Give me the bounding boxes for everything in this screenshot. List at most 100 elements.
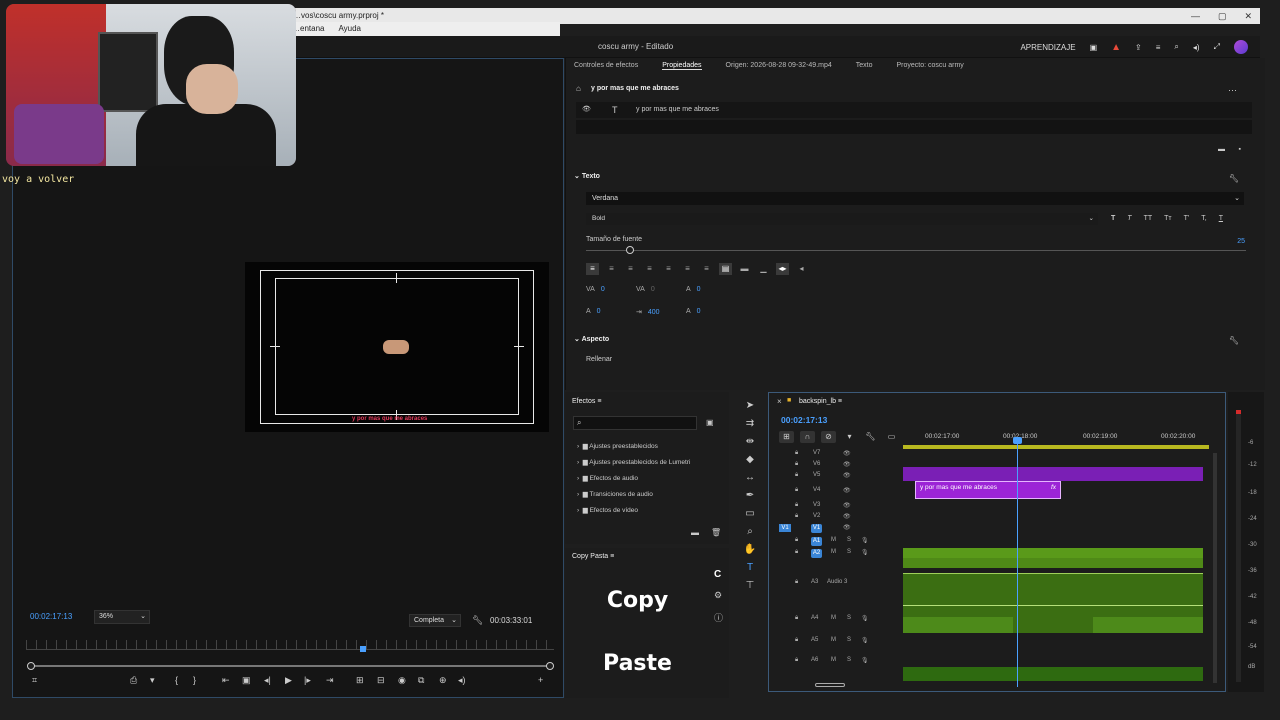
- crop-icon[interactable]: ⌗: [32, 675, 37, 686]
- mark-in-icon[interactable]: {: [175, 675, 178, 685]
- bold-button[interactable]: T: [1111, 215, 1115, 222]
- sequence-name[interactable]: backspin_lb ≡: [799, 398, 842, 405]
- new-bin-icon[interactable]: ▬: [691, 528, 699, 537]
- eye-icon[interactable]: 👁︎: [843, 487, 851, 494]
- mic-icon[interactable]: 🎙︎: [861, 637, 869, 644]
- nest-icon[interactable]: ⊞: [779, 431, 794, 443]
- timeline-hscrollbar[interactable]: [815, 683, 845, 687]
- effects-item[interactable]: › ▆ Ajustes preestablecidos: [577, 442, 690, 458]
- add-button-icon[interactable]: +: [538, 675, 543, 685]
- justify-left-button[interactable]: ≡: [643, 263, 656, 275]
- timeline-vscrollbar[interactable]: [1213, 453, 1217, 683]
- vertical-type-icon[interactable]: ⊤: [746, 580, 755, 591]
- mute-button[interactable]: M: [831, 657, 836, 663]
- superscript-button[interactable]: T': [1184, 215, 1190, 222]
- timeline-timecode[interactable]: 00:02:17:13: [781, 415, 827, 425]
- source-patch-v1[interactable]: V1: [779, 524, 791, 532]
- solo-button[interactable]: S: [847, 549, 851, 555]
- camera-icon[interactable]: ◉: [398, 675, 406, 686]
- font-style-select[interactable]: Bold ⌄: [586, 213, 1098, 225]
- type-tool-icon[interactable]: T: [747, 562, 753, 573]
- lock-icon[interactable]: 🔒︎: [795, 472, 798, 479]
- effects-item[interactable]: › ▆ Ajustes preestablecidos de Lumetri: [577, 458, 690, 474]
- panel-menu-icon[interactable]: ≡: [597, 398, 601, 405]
- justify-all-button[interactable]: ≡: [700, 263, 713, 275]
- info-icon[interactable]: ⓘ: [714, 611, 723, 624]
- linked-select-icon[interactable]: ⊘: [821, 431, 836, 443]
- razor-tool-icon[interactable]: ◆: [746, 454, 754, 465]
- ltr-button[interactable]: ◂▸: [776, 263, 789, 275]
- lock-icon[interactable]: 🔒︎: [795, 579, 798, 586]
- solo-button[interactable]: S: [847, 615, 851, 621]
- mute-button[interactable]: M: [831, 615, 836, 621]
- lock-icon[interactable]: 🔒︎: [795, 615, 798, 622]
- effects-item[interactable]: › ▆ Transiciones de audio: [577, 490, 690, 506]
- kerning-field[interactable]: VA 0: [586, 286, 605, 293]
- pen-tool-icon[interactable]: ✒: [746, 490, 754, 501]
- align-left-button[interactable]: ≡: [586, 263, 599, 275]
- meter-clip-indicator[interactable]: [1236, 410, 1241, 414]
- program-title-text[interactable]: y por mas que me abraces: [352, 416, 427, 422]
- step-forward-icon[interactable]: |▸: [304, 675, 311, 686]
- go-to-in-icon[interactable]: ⇤: [222, 675, 230, 686]
- solo-button[interactable]: S: [847, 537, 851, 543]
- play-icon[interactable]: ▶: [285, 675, 292, 686]
- audio-icon[interactable]: ◂): [458, 675, 466, 686]
- program-timecode[interactable]: 00:02:17:13: [30, 612, 72, 621]
- font-size-slider-knob[interactable]: [626, 246, 634, 254]
- wrench-icon[interactable]: 🔧︎: [863, 431, 878, 443]
- quality-select[interactable]: Completa ⌄: [409, 614, 461, 627]
- effects-item[interactable]: › ▆ Efectos de audio: [577, 474, 690, 490]
- fullscreen-icon[interactable]: ⤢: [1214, 42, 1220, 52]
- selection-tool-icon[interactable]: ➤: [746, 400, 754, 411]
- captions-icon[interactable]: ▭: [884, 431, 899, 443]
- baseline-field[interactable]: A0: [586, 308, 601, 315]
- safe-margins-icon[interactable]: ▣: [242, 675, 251, 686]
- minimize-icon[interactable]: —: [1191, 8, 1200, 24]
- marker-icon[interactable]: ▾: [150, 675, 155, 686]
- tab-effect-controls[interactable]: Controles de efectos: [574, 62, 638, 70]
- audio-clip-a4[interactable]: [903, 617, 1013, 633]
- wrench-icon[interactable]: 🔧︎: [1229, 174, 1239, 183]
- rectangle-tool-icon[interactable]: ▭: [745, 508, 754, 519]
- lock-icon[interactable]: 🔒︎: [795, 502, 798, 509]
- lock-icon[interactable]: 🔒︎: [795, 657, 798, 664]
- small-caps-button[interactable]: Tт: [1164, 215, 1171, 222]
- eye-icon[interactable]: 👁︎: [843, 524, 851, 531]
- panel-menu-icon[interactable]: ≡: [838, 398, 842, 405]
- ruby-field[interactable]: A0: [686, 308, 701, 315]
- eye-icon[interactable]: 👁︎: [843, 472, 851, 479]
- tab-project[interactable]: Proyecto: coscu army: [896, 62, 963, 70]
- learn-button[interactable]: APRENDIZAJE: [1020, 43, 1075, 52]
- vr-icon[interactable]: ⊕: [439, 675, 447, 686]
- lock-icon[interactable]: 🔒︎: [795, 549, 798, 556]
- insert-icon[interactable]: ⊞: [356, 675, 364, 686]
- add-marker-icon[interactable]: ▾: [842, 431, 857, 443]
- mic-icon[interactable]: 🎙︎: [861, 537, 869, 544]
- font-size-slider[interactable]: [586, 250, 1246, 251]
- paste-button[interactable]: Paste: [585, 646, 690, 682]
- effects-search-input[interactable]: ⌕: [573, 416, 697, 430]
- lock-icon[interactable]: 🔒︎: [795, 487, 798, 494]
- lock-icon[interactable]: 🔒︎: [795, 537, 798, 544]
- audio-clip-a2[interactable]: [903, 558, 1203, 568]
- tab-text[interactable]: Texto: [856, 62, 873, 70]
- lock-icon[interactable]: 🔒︎: [795, 461, 798, 468]
- step-back-icon[interactable]: ◂|: [264, 675, 271, 686]
- zoom-tool-icon[interactable]: ⌕: [747, 526, 753, 537]
- underline-button[interactable]: T: [1219, 215, 1223, 222]
- appearance-section-header[interactable]: ⌄ Aspecto: [574, 335, 609, 343]
- audio-clip-a1[interactable]: [903, 548, 1203, 558]
- wrench-icon[interactable]: 🔧︎: [1229, 336, 1239, 345]
- mute-button[interactable]: M: [831, 637, 836, 643]
- go-to-out-icon[interactable]: ⇥: [326, 675, 334, 686]
- mic-icon[interactable]: 🎙︎: [861, 549, 869, 556]
- menu-window[interactable]: …entana: [292, 22, 324, 36]
- panel-menu-icon[interactable]: ≡: [610, 553, 614, 560]
- mute-button[interactable]: M: [831, 549, 836, 555]
- timeline-ruler[interactable]: 00:02:17:00 00:02:18:00 00:02:19:00 00:0…: [903, 433, 1209, 449]
- lock-icon[interactable]: 🔒︎: [795, 513, 798, 520]
- mic-icon[interactable]: 🎙︎: [861, 615, 869, 622]
- lock-icon[interactable]: 🔒︎: [795, 637, 798, 644]
- slip-tool-icon[interactable]: ↔: [745, 472, 755, 483]
